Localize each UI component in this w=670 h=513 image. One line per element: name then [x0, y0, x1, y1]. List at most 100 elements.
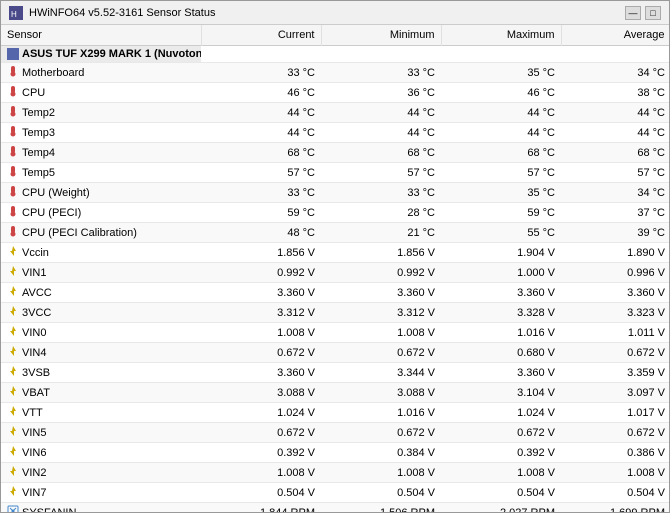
current-value: 0.992 V — [201, 263, 321, 283]
avg-value: 1.017 V — [561, 403, 669, 423]
thermo-icon — [7, 85, 19, 100]
table-row: VIN10.992 V0.992 V1.000 V0.996 V — [1, 263, 669, 283]
sensor-label: VIN5 — [22, 427, 46, 439]
min-value: 36 °C — [321, 83, 441, 103]
sensor-name-cell: Temp2 — [1, 103, 201, 122]
current-value: 0.672 V — [201, 423, 321, 443]
current-value: 3.088 V — [201, 383, 321, 403]
sensor-name-cell: VIN2 — [1, 463, 201, 482]
sensor-name-cell: VIN0 — [1, 323, 201, 342]
sensor-name-cell: Vccin — [1, 243, 201, 262]
volt-icon — [7, 285, 19, 300]
current-value: 44 °C — [201, 123, 321, 143]
max-value: 3.360 V — [441, 363, 561, 383]
sensor-label: VIN2 — [22, 467, 46, 479]
current-value: 3.312 V — [201, 303, 321, 323]
sensor-label: VBAT — [22, 387, 50, 399]
sensor-label: Temp5 — [22, 167, 55, 179]
avg-value: 1.890 V — [561, 243, 669, 263]
table-row: VIN21.008 V1.008 V1.008 V1.008 V — [1, 463, 669, 483]
table-row: CPU (Weight)33 °C33 °C35 °C34 °C — [1, 183, 669, 203]
sensor-name-cell: Temp4 — [1, 143, 201, 162]
avg-value: 0.504 V — [561, 483, 669, 503]
max-value: 3.328 V — [441, 303, 561, 323]
volt-icon — [7, 385, 19, 400]
min-value: 3.312 V — [321, 303, 441, 323]
min-value: 1.008 V — [321, 463, 441, 483]
volt-icon — [7, 405, 19, 420]
sensor-name-cell: Temp3 — [1, 123, 201, 142]
current-value: 1.024 V — [201, 403, 321, 423]
sensor-label: VIN7 — [22, 487, 46, 499]
max-value: 2,027 RPM — [441, 503, 561, 513]
table-row: 3VSB3.360 V3.344 V3.360 V3.359 V — [1, 363, 669, 383]
max-value: 44 °C — [441, 103, 561, 123]
max-value: 55 °C — [441, 223, 561, 243]
sensor-label: SYSFANIN — [22, 507, 76, 513]
current-value: 68 °C — [201, 143, 321, 163]
min-value: 1.856 V — [321, 243, 441, 263]
max-value: 1.008 V — [441, 463, 561, 483]
sensor-table-container[interactable]: Sensor Current Minimum Maximum Average A… — [1, 25, 669, 512]
table-row: Temp344 °C44 °C44 °C44 °C — [1, 123, 669, 143]
volt-icon — [7, 445, 19, 460]
avg-value: 38 °C — [561, 83, 669, 103]
sensor-table: Sensor Current Minimum Maximum Average A… — [1, 25, 669, 512]
avg-value: 3.360 V — [561, 283, 669, 303]
sensor-name-cell: 3VSB — [1, 363, 201, 382]
current-value: 0.392 V — [201, 443, 321, 463]
avg-value: 68 °C — [561, 143, 669, 163]
max-value: 1.024 V — [441, 403, 561, 423]
thermo-icon — [7, 225, 19, 240]
min-value: 68 °C — [321, 143, 441, 163]
max-value: 0.672 V — [441, 423, 561, 443]
sensor-name-cell: CPU (PECI) — [1, 203, 201, 222]
current-value: 0.672 V — [201, 343, 321, 363]
avg-value: 0.386 V — [561, 443, 669, 463]
maximize-button[interactable]: □ — [645, 6, 661, 20]
thermo-icon — [7, 125, 19, 140]
sensor-name-cell: 3VCC — [1, 303, 201, 322]
svg-text:H: H — [11, 10, 17, 19]
max-value: 0.392 V — [441, 443, 561, 463]
min-value: 21 °C — [321, 223, 441, 243]
current-value: 0.504 V — [201, 483, 321, 503]
sensor-name-cell: SYSFANIN — [1, 503, 201, 512]
sensor-name-cell: VIN7 — [1, 483, 201, 502]
table-row: Temp468 °C68 °C68 °C68 °C — [1, 143, 669, 163]
min-value: 44 °C — [321, 103, 441, 123]
volt-icon — [7, 485, 19, 500]
min-value: 33 °C — [321, 63, 441, 83]
min-value: 3.088 V — [321, 383, 441, 403]
min-value: 1.016 V — [321, 403, 441, 423]
sensor-name-cell: VIN5 — [1, 423, 201, 442]
sensor-label: 3VCC — [22, 307, 51, 319]
sensor-name-cell: AVCC — [1, 283, 201, 302]
section-header-row: ASUS TUF X299 MARK 1 (Nuvoton NCT6796D) — [1, 46, 669, 63]
sensor-name-cell: VIN6 — [1, 443, 201, 462]
volt-icon — [7, 265, 19, 280]
sensor-name-cell: VBAT — [1, 383, 201, 402]
min-value: 0.504 V — [321, 483, 441, 503]
app-icon: H — [9, 6, 23, 20]
min-value: 33 °C — [321, 183, 441, 203]
avg-value: 3.097 V — [561, 383, 669, 403]
current-value: 33 °C — [201, 183, 321, 203]
avg-value: 44 °C — [561, 103, 669, 123]
sensor-label: AVCC — [22, 287, 52, 299]
min-value: 0.672 V — [321, 343, 441, 363]
max-value: 1.016 V — [441, 323, 561, 343]
sensor-name-cell: VIN1 — [1, 263, 201, 282]
window-controls: — □ — [625, 6, 661, 20]
table-header-row: Sensor Current Minimum Maximum Average — [1, 25, 669, 46]
thermo-icon — [7, 185, 19, 200]
sensor-label: VIN1 — [22, 267, 46, 279]
sensor-label: VIN0 — [22, 327, 46, 339]
current-value: 33 °C — [201, 63, 321, 83]
min-value: 3.360 V — [321, 283, 441, 303]
sensor-label: CPU (PECI Calibration) — [22, 227, 137, 239]
volt-icon — [7, 325, 19, 340]
table-row: VIN50.672 V0.672 V0.672 V0.672 V — [1, 423, 669, 443]
max-value: 0.680 V — [441, 343, 561, 363]
minimize-button[interactable]: — — [625, 6, 641, 20]
